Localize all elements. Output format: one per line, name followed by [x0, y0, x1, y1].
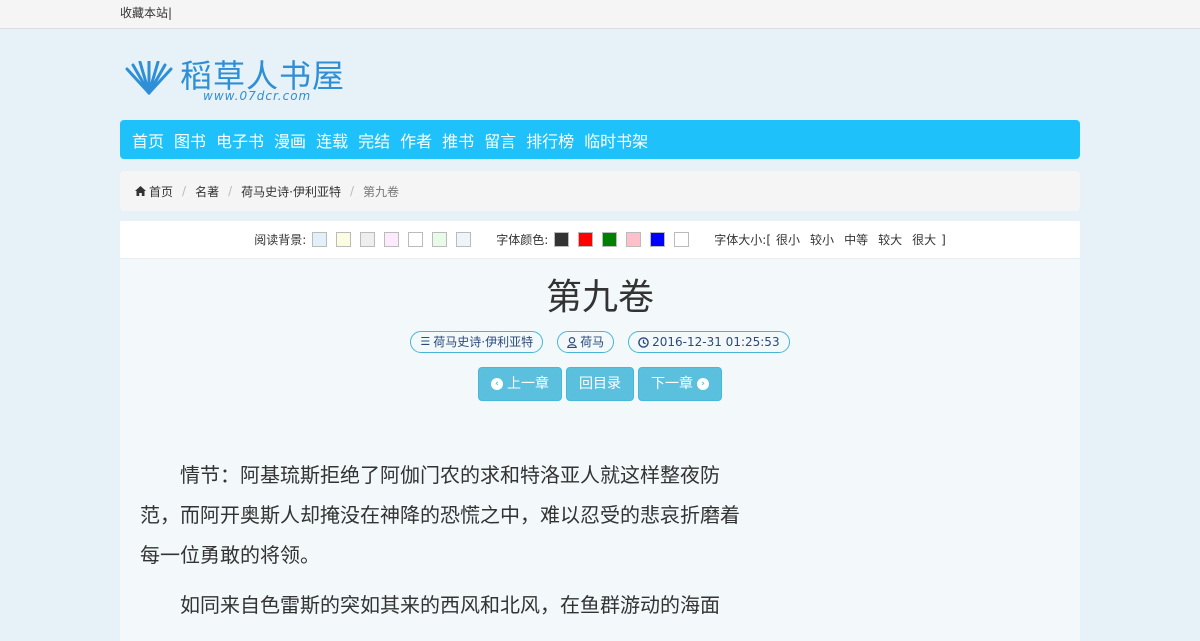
- bg-swatch[interactable]: [432, 232, 448, 247]
- breadcrumb-home[interactable]: 首页: [149, 183, 173, 200]
- site-logo[interactable]: 稻草人书屋 www.07dcr.com: [120, 29, 1080, 120]
- toc-button[interactable]: 回目录: [566, 367, 634, 401]
- font-size-group: 字体大小:[ 很小 较小 中等 较大 很大 ]: [714, 231, 946, 248]
- breadcrumb-separator: /: [228, 184, 233, 198]
- nav-item-shelf[interactable]: 临时书架: [584, 128, 648, 152]
- reader-toolbar: 阅读背景: 字体颜色: 字体大小:[很小 较小 中等 较大 很大]: [120, 221, 1080, 259]
- font-size-medium[interactable]: 中等: [844, 231, 868, 248]
- font-color-group: 字体颜色:: [496, 231, 698, 248]
- page-container: 稻草人书屋 www.07dcr.com 首页 图书 电子书 漫画 连载 完结 作…: [120, 29, 1080, 641]
- main-nav: 首页 图书 电子书 漫画 连载 完结 作者 推书 留言 排行榜 临时书架: [120, 120, 1080, 159]
- font-size-very-large[interactable]: 很大: [912, 231, 936, 248]
- font-size-small[interactable]: 较小: [810, 231, 834, 248]
- nav-item-comics[interactable]: 漫画: [274, 128, 306, 152]
- content-paragraph: 如同来自色雷斯的突如其来的西风和北风，在鱼群游动的海面: [180, 593, 720, 617]
- book-pill[interactable]: ☰ 荷马史诗·伊利亚特: [410, 331, 544, 353]
- home-icon: [135, 186, 146, 196]
- chapter-meta: ☰ 荷马史诗·伊利亚特 荷马 2016-12-31 01:25:53: [120, 331, 1080, 353]
- chapter-title: 第九卷: [545, 277, 654, 318]
- nav-item-message[interactable]: 留言: [484, 128, 516, 152]
- nav-item-books[interactable]: 图书: [174, 128, 206, 152]
- user-icon: [567, 336, 577, 348]
- bg-swatch[interactable]: [384, 232, 400, 247]
- nav-item-completed[interactable]: 完结: [358, 128, 390, 152]
- publish-date: 2016-12-31 01:25:53: [652, 335, 780, 349]
- list-icon: ☰: [420, 335, 431, 348]
- logo-url: www.07dcr.com: [203, 89, 312, 103]
- clock-icon: [638, 336, 649, 348]
- author-name: 荷马: [580, 335, 605, 349]
- bg-color-group: 阅读背景:: [254, 231, 480, 248]
- arrow-left-icon: ‹: [491, 378, 503, 390]
- arrow-right-icon: ›: [697, 378, 709, 390]
- font-size-close: ]: [941, 232, 946, 247]
- prev-chapter-button[interactable]: ‹ 上一章: [478, 367, 562, 401]
- book-name: 荷马史诗·伊利亚特: [433, 335, 534, 349]
- font-size-large[interactable]: 较大: [878, 231, 902, 248]
- font-color-swatch[interactable]: [554, 232, 570, 247]
- font-color-swatch[interactable]: [602, 232, 618, 247]
- font-color-swatch[interactable]: [578, 232, 594, 247]
- breadcrumb-separator: /: [349, 184, 354, 198]
- date-pill: 2016-12-31 01:25:53: [628, 331, 790, 353]
- bg-swatch[interactable]: [312, 232, 328, 247]
- bg-swatch[interactable]: [336, 232, 352, 247]
- breadcrumb: 首页 / 名著 / 荷马史诗·伊利亚特 / 第九卷: [120, 171, 1080, 211]
- nav-item-ebooks[interactable]: 电子书: [216, 128, 264, 152]
- breadcrumb-category[interactable]: 名著: [195, 183, 219, 200]
- font-color-swatch[interactable]: [674, 232, 690, 247]
- bg-swatch[interactable]: [456, 232, 472, 247]
- bookmark-link[interactable]: 收藏本站|: [120, 6, 172, 20]
- font-color-swatch[interactable]: [626, 232, 642, 247]
- author-pill[interactable]: 荷马: [557, 331, 615, 353]
- breadcrumb-separator: /: [182, 184, 187, 198]
- font-size-label: 字体大小:[: [714, 233, 772, 247]
- chapter-nav-buttons: ‹ 上一章 回目录 下一章 ›: [120, 367, 1080, 401]
- bg-label: 阅读背景:: [254, 233, 307, 247]
- nav-item-ranking[interactable]: 排行榜: [526, 128, 574, 152]
- font-size-very-small[interactable]: 很小: [776, 231, 800, 248]
- nav-item-home[interactable]: 首页: [132, 128, 164, 152]
- chapter-content: 情节：阿基琉斯拒绝了阿伽门农的求和特洛亚人就这样整夜防范，而阿开奥斯人却掩没在神…: [140, 455, 750, 635]
- top-bar: 收藏本站|: [0, 0, 1200, 29]
- book-fan-icon: [125, 61, 173, 95]
- nav-item-authors[interactable]: 作者: [400, 128, 432, 152]
- bg-swatch[interactable]: [408, 232, 424, 247]
- nav-item-serial[interactable]: 连载: [316, 128, 348, 152]
- bg-swatch[interactable]: [360, 232, 376, 247]
- font-color-label: 字体颜色:: [496, 233, 549, 247]
- content-paragraph: 情节：阿基琉斯拒绝了阿伽门农的求和特洛亚人就这样整夜防范，而阿开奥斯人却掩没在神…: [140, 463, 740, 567]
- next-chapter-button[interactable]: 下一章 ›: [638, 367, 722, 401]
- font-color-swatch[interactable]: [650, 232, 666, 247]
- reading-panel: 阅读背景: 字体颜色: 字体大小:[很小 较小 中等 较大 很大] 第九卷 …: [120, 221, 1080, 641]
- breadcrumb-book[interactable]: 荷马史诗·伊利亚特: [241, 183, 341, 200]
- breadcrumb-current: 第九卷: [363, 184, 400, 199]
- nav-item-recommend[interactable]: 推书: [442, 128, 474, 152]
